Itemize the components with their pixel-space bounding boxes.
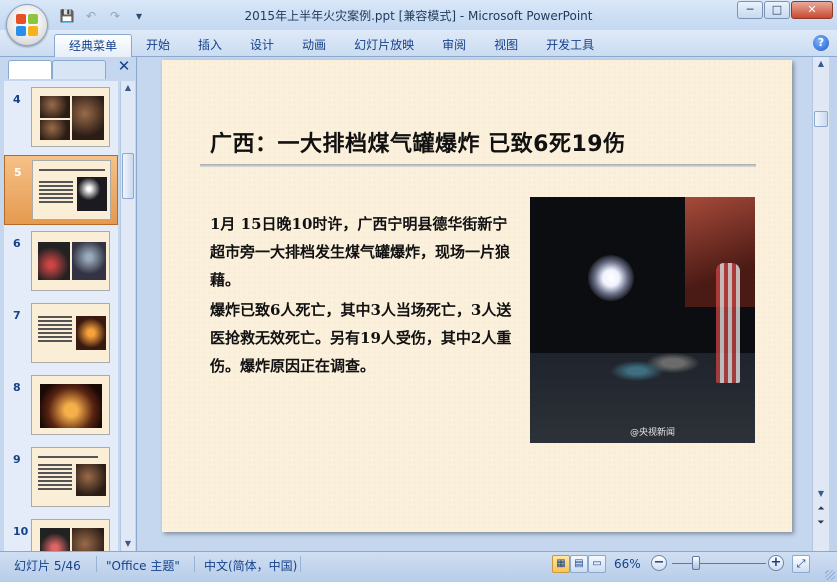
tab-view[interactable]: 视图 bbox=[480, 34, 532, 57]
title-divider bbox=[200, 164, 756, 167]
scroll-down-icon[interactable]: ▼ bbox=[121, 537, 135, 551]
slide-show-button[interactable]: ▭ bbox=[588, 555, 606, 573]
office-button[interactable] bbox=[6, 4, 48, 46]
thumbnail-item[interactable]: 6 bbox=[4, 227, 118, 297]
ribbon: 经典菜单 开始 插入 设计 动画 幻灯片放映 审阅 视图 开发工具 ? bbox=[0, 30, 837, 57]
next-slide-icon[interactable]: ⏷ bbox=[813, 517, 829, 529]
slide-counter: 幻灯片 5/46 bbox=[14, 559, 81, 573]
panel-close-icon[interactable]: ✕ bbox=[116, 57, 132, 75]
tab-animations[interactable]: 动画 bbox=[288, 34, 340, 57]
slide-scrollbar[interactable]: ▲ ▼ ⏶ ⏷ bbox=[812, 57, 829, 551]
thumbnail-item[interactable]: 4 bbox=[4, 83, 118, 153]
thumbnail-scrollbar[interactable]: ▲ ▼ bbox=[120, 81, 135, 551]
slide-body-text[interactable]: 1月 15日晚10时许，广西宁明县德华街新宁超市旁一大排档发生煤气罐爆炸，现场一… bbox=[210, 210, 522, 382]
slide-photo[interactable]: @央视新闻 bbox=[530, 197, 755, 443]
tab-review[interactable]: 审阅 bbox=[428, 34, 480, 57]
zoom-slider-track[interactable] bbox=[672, 563, 766, 564]
status-separator bbox=[194, 556, 195, 572]
title-bar: 💾 ↶ ↷ ▾ 2015年上半年火灾案例.ppt [兼容模式] - Micros… bbox=[0, 0, 837, 30]
thumbnail-item[interactable]: 5 bbox=[4, 155, 118, 225]
body-paragraph: 1月 15日晚10时许，广西宁明县德华街新宁超市旁一大排档发生煤气罐爆炸，现场一… bbox=[210, 215, 511, 289]
slide-number: 8 bbox=[13, 381, 21, 394]
slides-tab[interactable] bbox=[8, 60, 52, 79]
slide-thumbnail bbox=[31, 519, 110, 551]
slide-number: 9 bbox=[13, 453, 21, 466]
tab-slide-show[interactable]: 幻灯片放映 bbox=[340, 34, 428, 57]
thumbnail-item[interactable]: 7 bbox=[4, 299, 118, 369]
slide-number: 5 bbox=[14, 166, 22, 179]
slide-title[interactable]: 广西：一大排档煤气罐爆炸 已致6死19伤 bbox=[210, 126, 626, 158]
photo-umbrella bbox=[716, 263, 740, 383]
status-separator bbox=[96, 556, 97, 572]
photo-light bbox=[588, 255, 634, 301]
slide-number: 4 bbox=[13, 93, 21, 106]
slide-thumbnail bbox=[31, 87, 110, 147]
ribbon-tabs: 经典菜单 开始 插入 设计 动画 幻灯片放映 审阅 视图 开发工具 bbox=[54, 34, 608, 57]
help-icon[interactable]: ? bbox=[813, 35, 829, 51]
zoom-level[interactable]: 66% bbox=[614, 557, 641, 571]
language-indicator[interactable]: 中文(简体，中国) bbox=[204, 557, 297, 574]
scroll-down-icon[interactable]: ▼ bbox=[813, 487, 829, 501]
slide-number: 6 bbox=[13, 237, 21, 250]
slide-number: 7 bbox=[13, 309, 21, 322]
tab-design[interactable]: 设计 bbox=[236, 34, 288, 57]
status-separator bbox=[300, 556, 301, 572]
tab-developer[interactable]: 开发工具 bbox=[532, 34, 608, 57]
slide-thumbnail bbox=[31, 375, 110, 435]
slide-thumbnail bbox=[31, 231, 110, 291]
slide-canvas[interactable]: 广西：一大排档煤气罐爆炸 已致6死19伤 1月 15日晚10时许，广西宁明县德华… bbox=[162, 60, 792, 532]
office-logo-icon bbox=[16, 14, 38, 36]
status-bar: 幻灯片 5/46 "Office 主题" 中文(简体，中国) ▦ ▤ ▭ 66%… bbox=[0, 551, 837, 582]
slide-thumbnail bbox=[31, 447, 110, 507]
zoom-out-button[interactable]: − bbox=[651, 555, 667, 571]
maximize-button[interactable]: □ bbox=[764, 1, 790, 19]
panel-tabs bbox=[8, 60, 132, 79]
scroll-thumb[interactable] bbox=[814, 111, 828, 127]
slide-thumbnail bbox=[31, 303, 110, 363]
thumbnail-item[interactable]: 10 bbox=[4, 515, 118, 551]
photo-crowd bbox=[610, 347, 700, 387]
thumbnail-list: 4 5 6 7 8 9 10 bbox=[4, 81, 118, 551]
scroll-thumb[interactable] bbox=[122, 153, 134, 199]
zoom-slider-thumb[interactable] bbox=[692, 556, 701, 570]
window-controls: ─ □ ✕ bbox=[737, 1, 833, 19]
slide-thumbnail bbox=[32, 160, 111, 220]
thumbnail-item[interactable]: 9 bbox=[4, 443, 118, 513]
window-title: 2015年上半年火灾案例.ppt [兼容模式] - Microsoft Powe… bbox=[244, 9, 593, 23]
zoom-in-button[interactable]: + bbox=[768, 555, 784, 571]
thumbnail-item[interactable]: 8 bbox=[4, 371, 118, 441]
scroll-up-icon[interactable]: ▲ bbox=[121, 81, 135, 95]
photo-watermark: @央视新闻 bbox=[630, 428, 676, 438]
previous-slide-icon[interactable]: ⏶ bbox=[813, 503, 829, 515]
outline-tab[interactable] bbox=[52, 60, 106, 79]
body-paragraph: 爆炸已致6人死亡，其中3人当场死亡，3人送医抢救无效死亡。另有19人受伤，其中2… bbox=[210, 301, 512, 375]
tab-home[interactable]: 开始 bbox=[132, 34, 184, 57]
tab-insert[interactable]: 插入 bbox=[184, 34, 236, 57]
slide-editor: 广西：一大排档煤气罐爆炸 已致6死19伤 1月 15日晚10时许，广西宁明县德华… bbox=[138, 57, 812, 551]
slide-number: 10 bbox=[13, 525, 29, 538]
slides-panel: ✕ 4 5 6 7 8 9 10 ▲ ▼ bbox=[0, 57, 137, 551]
scroll-up-icon[interactable]: ▲ bbox=[813, 57, 829, 71]
minimize-button[interactable]: ─ bbox=[737, 1, 763, 19]
resize-grip[interactable] bbox=[825, 570, 835, 580]
fit-to-window-button[interactable]: ⤢ bbox=[792, 555, 810, 573]
theme-name[interactable]: "Office 主题" bbox=[106, 557, 180, 574]
tab-classic-menu[interactable]: 经典菜单 bbox=[54, 34, 133, 57]
slide-sorter-button[interactable]: ▤ bbox=[570, 555, 588, 573]
normal-view-button[interactable]: ▦ bbox=[552, 555, 570, 573]
close-button[interactable]: ✕ bbox=[791, 1, 833, 19]
